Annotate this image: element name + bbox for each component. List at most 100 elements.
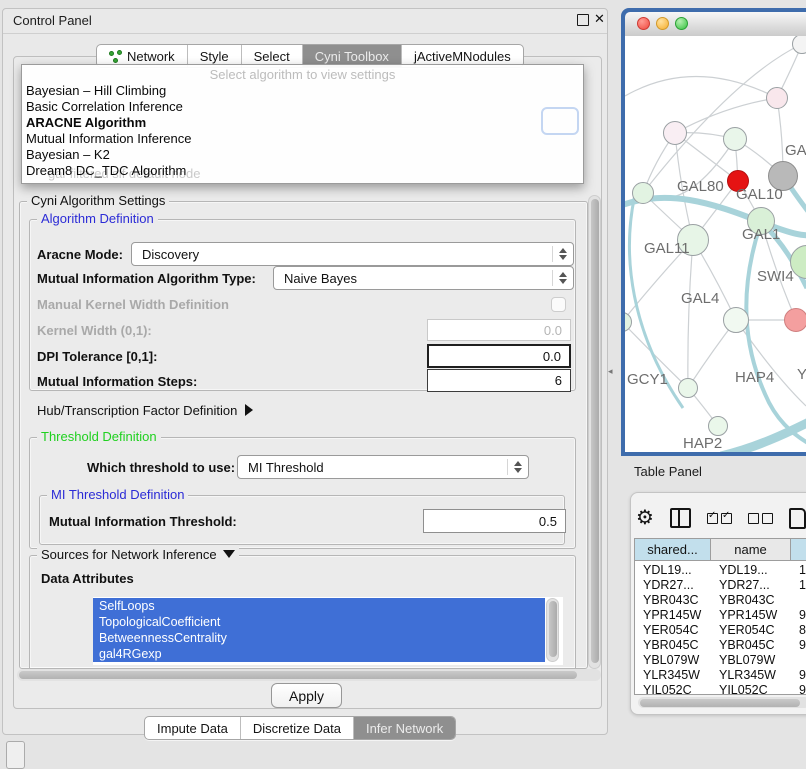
- mi-algorithm-type-combobox[interactable]: Naive Bayes: [273, 266, 574, 290]
- mi-steps-field[interactable]: 6: [427, 369, 571, 392]
- network-node[interactable]: [663, 121, 687, 145]
- columns-icon[interactable]: [670, 508, 691, 528]
- table-cell[interactable]: YBL079W: [719, 653, 789, 668]
- tab-label: Infer Network: [366, 721, 443, 736]
- network-node[interactable]: [678, 378, 698, 398]
- table-cell[interactable]: YBR045C: [643, 638, 709, 653]
- table-cell[interactable]: YPR145W: [643, 608, 709, 623]
- tab-impute-data[interactable]: Impute Data: [145, 717, 241, 739]
- settings-horizontal-scrollbar[interactable]: [17, 669, 601, 681]
- table-cell[interactable]: 9: [799, 683, 806, 695]
- close-icon[interactable]: ✕: [594, 11, 605, 27]
- table-cell[interactable]: 9.: [799, 638, 806, 653]
- control-panel-title: Control Panel: [13, 13, 92, 28]
- kernel-width-value: 0.0: [544, 323, 562, 338]
- algorithm-option[interactable]: Basic Correlation Inference: [26, 99, 576, 115]
- table-cell[interactable]: YBL079W: [643, 653, 709, 668]
- apply-button-label: Apply: [289, 688, 324, 704]
- dpi-tolerance-label: DPI Tolerance [0,1]:: [37, 349, 157, 364]
- column-header[interactable]: [791, 539, 806, 561]
- aracne-mode-label: Aracne Mode:: [37, 247, 123, 262]
- table-cell[interactable]: 9.: [799, 668, 806, 683]
- apply-button[interactable]: Apply: [271, 683, 342, 708]
- table-cell[interactable]: YLR345W: [643, 668, 709, 683]
- mi-threshold-field[interactable]: 0.5: [423, 509, 566, 533]
- aracne-mode-combobox[interactable]: Discovery: [131, 242, 574, 266]
- attribute-item[interactable]: SelfLoops: [93, 598, 545, 614]
- table-cell[interactable]: YBR043C: [643, 593, 709, 608]
- table-toolbar: ⚙: [636, 500, 806, 536]
- table-cell[interactable]: YDR27...: [643, 578, 709, 593]
- algorithm-option[interactable]: ARACNE Algorithm: [26, 115, 576, 131]
- threshold-definition-label: Threshold Definition: [37, 429, 161, 444]
- algorithm-option[interactable]: Bayesian – Hill Climbing: [26, 83, 576, 99]
- tab-label: Select: [254, 49, 290, 64]
- float-window-icon[interactable]: [577, 14, 589, 26]
- attribute-item[interactable]: gal4RGexp: [93, 646, 545, 662]
- table-cell[interactable]: 8.: [799, 623, 806, 638]
- table-cell[interactable]: YDR27...: [719, 578, 789, 593]
- algorithm-option[interactable]: Bayesian – K2: [26, 147, 576, 163]
- table-panel-title: Table Panel: [634, 464, 702, 479]
- column-header[interactable]: name: [711, 539, 791, 561]
- table-cell[interactable]: YPR145W: [719, 608, 789, 623]
- table-cell[interactable]: YIL052C: [643, 683, 709, 695]
- zoom-traffic-light-icon[interactable]: [675, 17, 688, 30]
- algorithm-option[interactable]: Dream8 DC_TDC Algorithm: [26, 163, 576, 179]
- table-cell[interactable]: YDL19...: [643, 563, 709, 578]
- sources-label[interactable]: Sources for Network Inference: [37, 547, 239, 562]
- network-node[interactable]: [784, 308, 806, 332]
- settings-vertical-scrollbar[interactable]: [588, 195, 601, 669]
- kernel-width-label: Kernel Width (0,1):: [37, 323, 152, 338]
- table-cell[interactable]: YDL19...: [719, 563, 789, 578]
- network-node[interactable]: [632, 182, 654, 204]
- attribute-list-scrollbar[interactable]: [546, 598, 559, 662]
- mi-steps-value: 6: [555, 373, 562, 388]
- hub-definition-toggle[interactable]: Hub/Transcription Factor Definition: [37, 403, 253, 418]
- new-table-icon[interactable]: [789, 508, 806, 529]
- mi-steps-label: Mutual Information Steps:: [37, 374, 197, 389]
- node-label: GAL10: [736, 186, 783, 203]
- attribute-item[interactable]: BetweennessCentrality: [93, 630, 545, 646]
- data-attributes-list[interactable]: SelfLoopsTopologicalCoefficientBetweenne…: [93, 597, 563, 665]
- node-table[interactable]: shared...name YDL19... YDL19... 13 YDR27...…: [634, 538, 806, 695]
- network-node[interactable]: [708, 416, 728, 436]
- dpi-tolerance-field[interactable]: 0.0: [427, 344, 571, 368]
- tab-infer-network[interactable]: Infer Network: [354, 717, 455, 739]
- tab-discretize-data[interactable]: Discretize Data: [241, 717, 354, 739]
- select-all-checkboxes-icon[interactable]: [707, 513, 732, 524]
- table-cell[interactable]: 12: [799, 578, 806, 593]
- network-node[interactable]: [766, 87, 788, 109]
- table-cell[interactable]: [799, 653, 806, 668]
- table-cell[interactable]: YLR345W: [719, 668, 789, 683]
- table-cell[interactable]: YER054C: [643, 623, 709, 638]
- node-label: GAL11: [644, 240, 690, 257]
- splitter-arrow-icon[interactable]: ◂: [608, 366, 613, 377]
- manual-kernel-width-checkbox[interactable]: [551, 297, 566, 312]
- network-node[interactable]: [723, 127, 747, 151]
- network-canvas[interactable]: GALGAL80GAL10GAL1GAL11SWI4GAL4GCY1HAP4YH…: [625, 36, 806, 452]
- column-header[interactable]: shared...: [635, 539, 711, 561]
- minimize-traffic-light-icon[interactable]: [656, 17, 669, 30]
- mi-algorithm-type-label: Mutual Information Algorithm Type:: [37, 271, 256, 286]
- network-window-titlebar[interactable]: [625, 12, 806, 37]
- table-cell[interactable]: 9.: [799, 608, 806, 623]
- node-label: Y: [797, 366, 806, 383]
- deselect-all-checkboxes-icon[interactable]: [748, 513, 773, 524]
- close-traffic-light-icon[interactable]: [637, 17, 650, 30]
- network-node[interactable]: [723, 307, 749, 333]
- table-cell[interactable]: YER054C: [719, 623, 789, 638]
- attribute-item[interactable]: TopologicalCoefficient: [93, 614, 545, 630]
- gear-icon[interactable]: ⚙: [636, 508, 654, 528]
- table-cell[interactable]: YIL052C: [719, 683, 789, 695]
- algorithm-option[interactable]: Mutual Information Inference: [26, 131, 576, 147]
- table-cell[interactable]: YBR045C: [719, 638, 789, 653]
- table-cell[interactable]: 13: [799, 563, 806, 578]
- table-cell[interactable]: [799, 593, 806, 608]
- which-threshold-combobox[interactable]: MI Threshold: [237, 455, 529, 479]
- table-horizontal-scrollbar[interactable]: [638, 697, 806, 708]
- collapsed-arrow-icon: [245, 404, 253, 416]
- collapsed-panel-chip[interactable]: [6, 741, 25, 769]
- table-cell[interactable]: YBR043C: [719, 593, 789, 608]
- kernel-width-field[interactable]: 0.0: [427, 319, 571, 341]
